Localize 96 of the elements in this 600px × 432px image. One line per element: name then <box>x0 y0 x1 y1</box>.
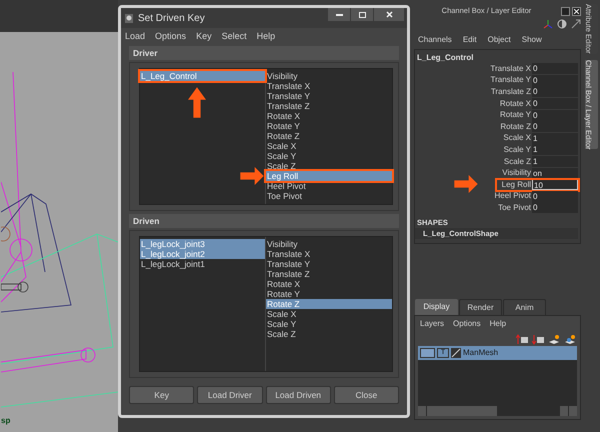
list-item[interactable]: Rotate Z <box>266 131 392 141</box>
float-button[interactable] <box>561 6 570 16</box>
object-name: L_Leg_Control <box>416 52 474 63</box>
tab[interactable]: Render <box>459 299 502 315</box>
channel-value-field[interactable]: 0 <box>532 98 578 110</box>
list-item[interactable]: Translate Z <box>266 269 392 279</box>
channel-value-field[interactable]: 0 <box>532 121 578 132</box>
menu-item[interactable]: Channels <box>418 34 452 46</box>
scrollbar-thumb[interactable] <box>427 406 497 416</box>
close-button[interactable] <box>374 8 404 21</box>
window-title: Set Driven Key <box>138 12 206 26</box>
channel-value-field[interactable]: 1 <box>532 132 578 144</box>
menu-item[interactable]: Help <box>490 318 506 330</box>
channel-value-field[interactable]: 0 <box>532 74 578 86</box>
menu-item[interactable]: Help <box>256 30 276 44</box>
list-item[interactable]: Translate Z <box>266 101 392 111</box>
list-item[interactable]: Toe Pivot <box>266 191 392 201</box>
tab[interactable]: Display <box>415 299 458 315</box>
list-item[interactable]: Scale X <box>266 141 392 151</box>
list-item[interactable]: Visibility <box>266 239 392 249</box>
minimize-button[interactable] <box>328 8 350 21</box>
menu-item[interactable]: Layers <box>420 318 444 330</box>
tab[interactable]: Anim <box>503 299 546 315</box>
channel-name: Translate Y <box>490 74 532 86</box>
channel-name: Rotate Y <box>500 109 532 122</box>
menu-item[interactable]: Select <box>222 30 247 44</box>
dialog-button[interactable]: Close <box>334 386 399 404</box>
menu-item[interactable]: Load <box>125 30 146 44</box>
callout-arrow-icon <box>188 87 206 118</box>
menu-item[interactable]: Edit <box>462 34 477 46</box>
layer-up-icon[interactable] <box>516 334 528 344</box>
minimize-icon <box>336 14 342 16</box>
channel-name: Scale Z <box>504 156 532 168</box>
channel-value-field[interactable]: 1 <box>532 156 578 168</box>
list-item[interactable]: Translate X <box>266 81 392 91</box>
close-button[interactable] <box>572 6 581 16</box>
list-item[interactable]: Rotate X <box>266 111 392 121</box>
channel-value-field[interactable]: 1 <box>532 144 578 156</box>
list-item[interactable]: L_legLock_joint1 <box>140 259 265 269</box>
channel-value-field[interactable]: 0 <box>532 190 578 202</box>
channel-name: Rotate X <box>500 98 532 110</box>
list-item[interactable]: Translate Y <box>266 91 392 101</box>
list-item[interactable]: Scale Z <box>266 161 392 171</box>
channel-value-field[interactable]: 0 <box>532 86 578 98</box>
section-header: Driver <box>129 46 399 60</box>
menu-item[interactable]: Options <box>453 318 481 330</box>
maximize-button[interactable] <box>351 8 373 21</box>
visibility-toggle[interactable] <box>420 348 435 358</box>
layer-name: ManMesh <box>463 347 498 359</box>
channel-name: Visibility <box>502 167 532 180</box>
list-item[interactable]: Rotate X <box>266 279 392 289</box>
dialog-button[interactable]: Key <box>129 386 194 404</box>
list-item[interactable]: Rotate Y <box>266 121 392 131</box>
callout-arrow-icon <box>453 174 479 193</box>
list-item[interactable]: Scale Y <box>266 319 392 329</box>
dialog-button[interactable]: Load Driven <box>266 386 331 404</box>
channel-value-field[interactable]: 0 <box>532 202 578 214</box>
channel-name: Toe Pivot <box>498 202 532 214</box>
channel-name: Leg Roll <box>502 178 532 191</box>
menu-item[interactable]: Options <box>155 30 186 44</box>
new-layer-icon[interactable] <box>548 334 560 344</box>
axis-icon[interactable] <box>543 19 553 29</box>
channel-value-field[interactable]: 10 <box>532 179 578 190</box>
channel-name: Translate Z <box>490 86 532 98</box>
menu-item[interactable]: Object <box>488 34 511 46</box>
channel-name: Scale Y <box>504 144 532 156</box>
list-item[interactable]: Scale Z <box>266 329 392 339</box>
viewport-label: sp <box>1 416 12 426</box>
menu-item[interactable]: Show <box>522 34 542 46</box>
maximize-icon <box>358 12 366 18</box>
menu-item[interactable]: Key <box>196 30 212 44</box>
layer-down-icon[interactable] <box>532 334 544 344</box>
list-item[interactable]: Heel Pivot <box>266 181 392 191</box>
list-item[interactable]: Translate X <box>266 249 392 259</box>
color-swatch-icon[interactable] <box>451 348 461 358</box>
section-header: Driven <box>129 214 399 228</box>
list-item[interactable]: Scale Y <box>266 151 392 161</box>
list-item[interactable]: Rotate Y <box>266 289 392 299</box>
channel-name: Scale X <box>503 132 532 144</box>
callout-arrow-icon <box>240 167 264 185</box>
app-icon <box>124 12 134 24</box>
close-icon <box>386 11 392 18</box>
new-layer-selected-icon[interactable] <box>564 334 576 344</box>
list-item[interactable]: Scale X <box>266 309 392 319</box>
list-item[interactable]: Visibility <box>266 71 392 81</box>
half-circle-icon[interactable] <box>557 19 567 29</box>
channel-name: Heel Pivot <box>494 190 532 202</box>
close-icon <box>574 8 579 14</box>
channel-name: Translate X <box>490 62 532 75</box>
channel-value-field[interactable]: 0 <box>532 110 578 121</box>
channel-value-field[interactable]: on <box>532 168 578 179</box>
dialog-button[interactable]: Load Driver <box>197 386 262 404</box>
arrow-icon[interactable] <box>571 19 581 29</box>
list-item[interactable]: Translate Y <box>266 259 392 269</box>
channel-value-field[interactable]: 0 <box>532 63 578 74</box>
channel-name: Rotate Z <box>500 120 532 133</box>
